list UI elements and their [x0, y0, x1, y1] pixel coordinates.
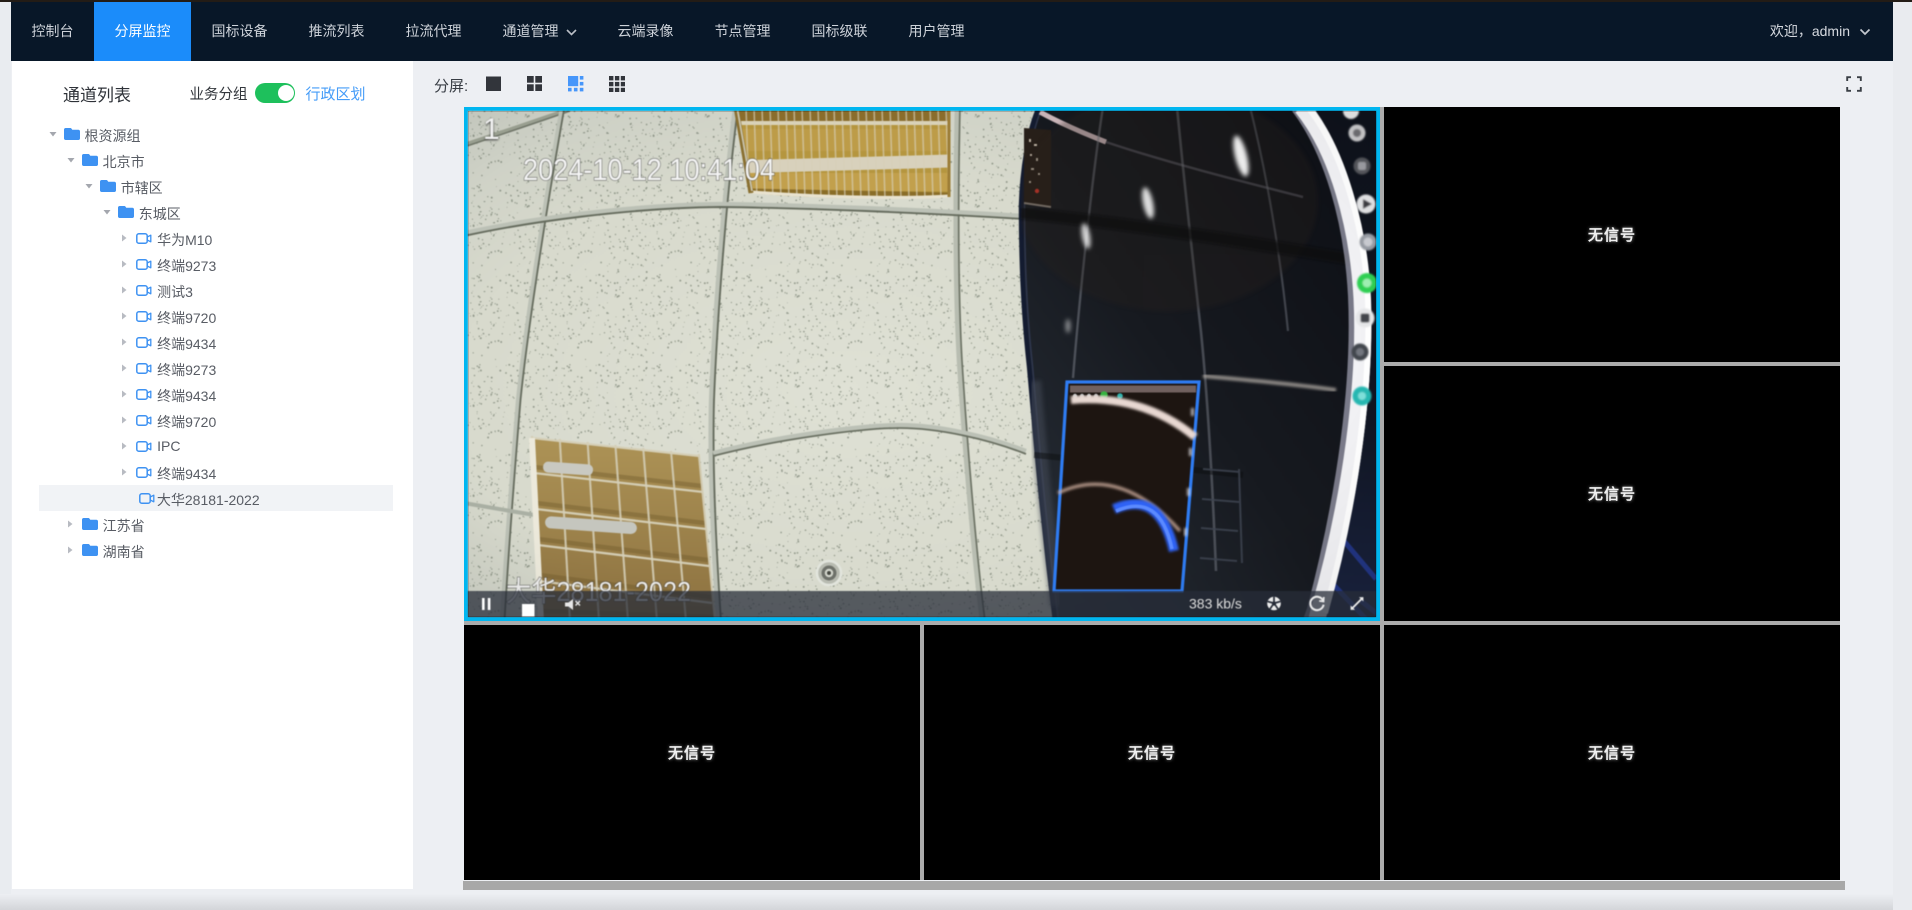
svg-text:383 kb/s: 383 kb/s	[1189, 596, 1242, 612]
